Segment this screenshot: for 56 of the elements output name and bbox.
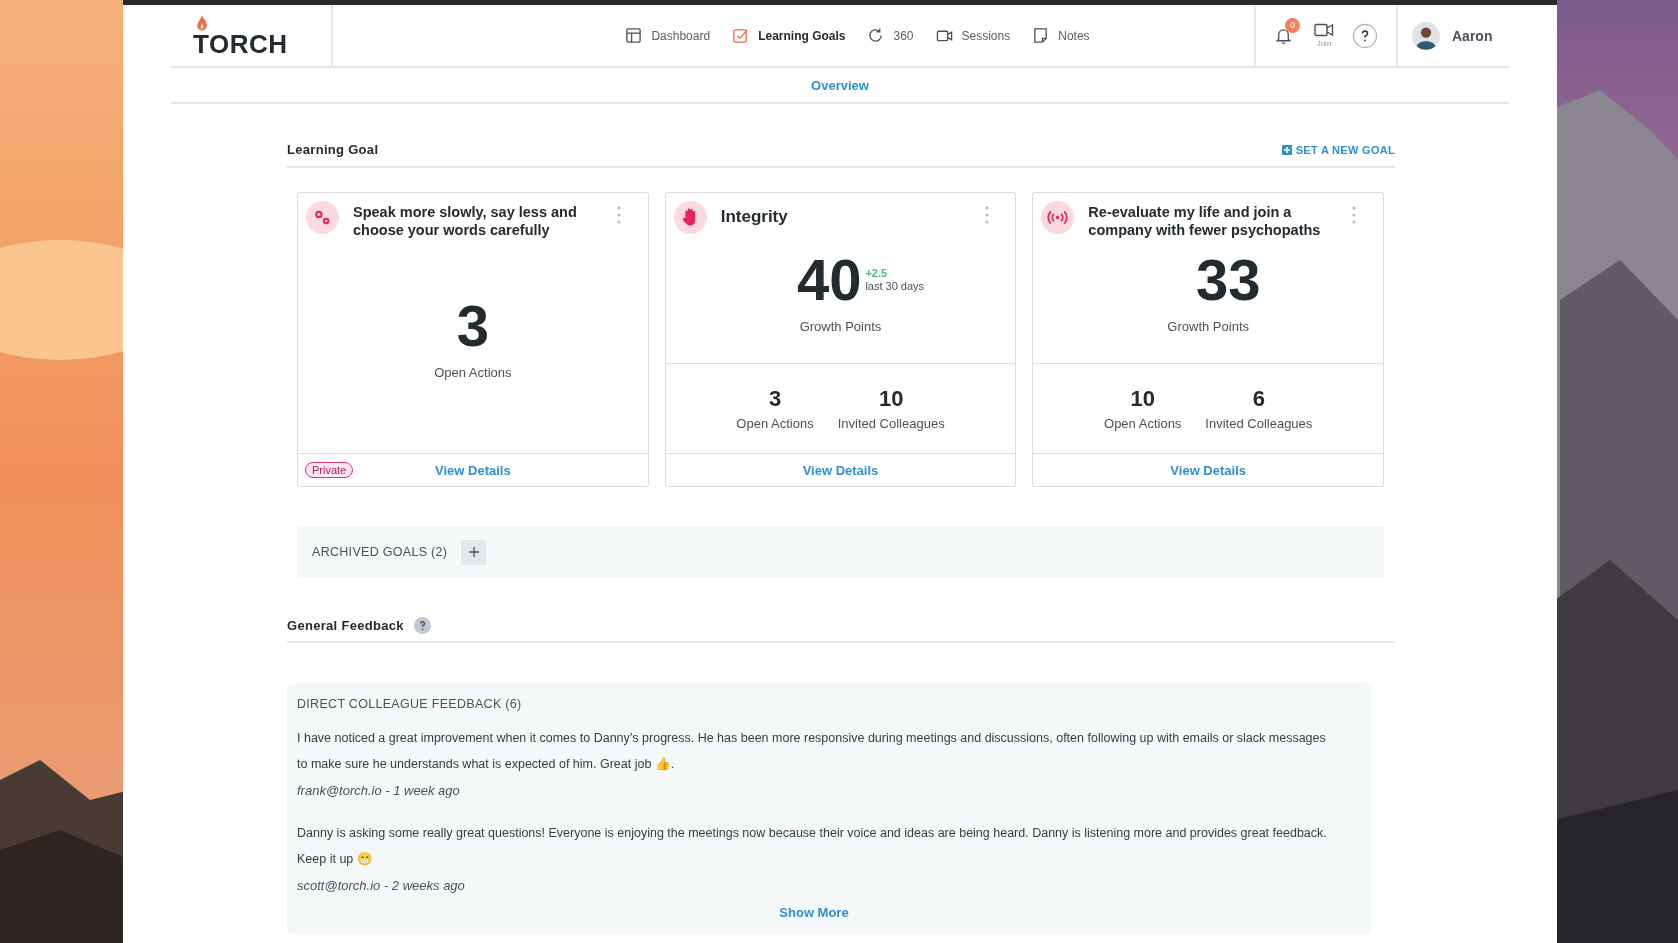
feedback-author: scott@torch.io - 2 weeks ago [297, 878, 466, 893]
growth-points-value: 33 [1195, 251, 1261, 309]
nav-tab[interactable]: Sessions [935, 27, 1011, 44]
video-camera-icon [1314, 23, 1334, 37]
goal-title: Re-evaluate my life and join a company with fewer psychopaths [1088, 203, 1322, 239]
change-period: last 30 days [865, 280, 925, 293]
archived-goals-label: ARCHIVED GOALS (2) [312, 545, 448, 559]
private-badge: Private [305, 462, 354, 478]
torch-logo[interactable]: TORCH [193, 14, 288, 57]
feedback-text: Danny is asking some really great questions! Everyone is enjoying the meetings now because their voice and ideas are being heard. Danny is listening more and provides great feedback. Keep it up 😁 [297, 825, 1328, 868]
avatar[interactable] [1412, 21, 1440, 50]
view-details-link[interactable]: View Details [1170, 462, 1246, 478]
layout-icon [625, 27, 643, 44]
stat-value: 10 [878, 386, 904, 412]
feedback-text: I have noticed a great improvement when it comes to Danny’s progress. He has been more responsive during meetings and discussions, often following up with emails or slack messages to make sure he understands what is expected of him. Great job 👍. [297, 730, 1327, 773]
nav-tab[interactable]: Notes [1032, 27, 1090, 44]
stat-label: Invited Colleagues [837, 416, 945, 431]
join-button[interactable]: Join [1314, 23, 1334, 48]
nav-tab[interactable]: Learning Goals [732, 27, 846, 44]
help-icon[interactable] [1352, 22, 1378, 49]
overview-tab[interactable]: Overview [811, 77, 869, 93]
feedback-group-title: DIRECT COLLEAGUE FEEDBACK (6) [297, 697, 523, 711]
show-more-link[interactable]: Show More [779, 905, 849, 920]
stat-value: 10 [1130, 386, 1155, 412]
growth-change: +2.5 [865, 267, 889, 280]
user-name[interactable]: Aaron [1452, 27, 1493, 44]
growth-points-value: 40 [796, 251, 862, 309]
help-icon[interactable] [413, 617, 431, 634]
goal-title: Integrity [720, 206, 789, 226]
note-icon [1032, 27, 1050, 44]
notification-count: 0 [1285, 17, 1300, 33]
metric-label: Growth Points [799, 319, 882, 334]
stat-value: 6 [1252, 386, 1265, 412]
view-details-link[interactable]: View Details [802, 462, 879, 478]
view-details-link[interactable]: View Details [435, 462, 511, 478]
plus-icon [467, 546, 480, 558]
metric-label: Open Actions [434, 364, 512, 380]
plus-icon [1281, 145, 1292, 155]
nav-tab[interactable]: Dashboard [625, 27, 711, 44]
refresh-icon [867, 27, 885, 44]
section-title: Learning Goal [287, 142, 379, 157]
broadcast-icon [1041, 201, 1075, 234]
set-new-goal-link[interactable]: SET A NEW GOAL [1281, 144, 1395, 156]
open-actions-count: 3 [456, 296, 489, 355]
stat-value: 3 [768, 386, 782, 412]
stat-label: Open Actions [1104, 416, 1182, 431]
metric-label: Growth Points [1167, 319, 1249, 334]
feedback-author: frank@torch.io - 1 week ago [297, 783, 461, 798]
hand-icon [673, 201, 707, 234]
section-title: General Feedback [287, 618, 404, 633]
stat-label: Open Actions [736, 416, 814, 431]
stat-label: Invited Colleagues [1205, 416, 1313, 431]
expand-button[interactable] [461, 539, 487, 565]
checkbox-icon [732, 27, 750, 44]
nav-tab[interactable]: 360 [867, 27, 914, 44]
goal-title: Speak more slowly, say less and choose your words carefully [353, 203, 578, 239]
